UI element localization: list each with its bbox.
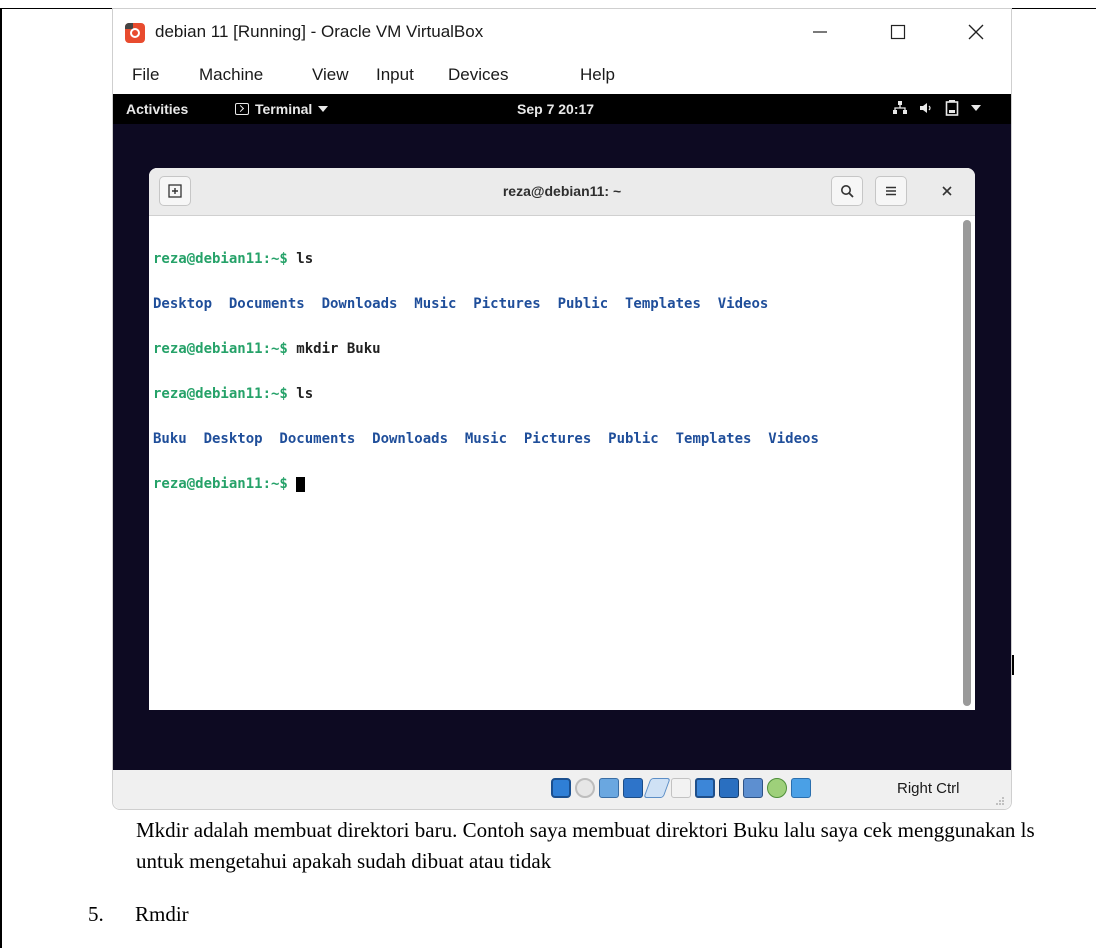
close-icon bbox=[968, 24, 984, 40]
terminal-lines: reza@debian11:~$ ls Desktop Documents Do… bbox=[153, 222, 819, 522]
table-border-left bbox=[0, 8, 2, 948]
terminal-line: reza@debian11:~$ mkdir Buku bbox=[153, 342, 819, 357]
hamburger-icon bbox=[886, 186, 896, 196]
recording-icon[interactable] bbox=[719, 778, 739, 798]
terminal-line: reza@debian11:~$ bbox=[153, 477, 819, 492]
menu-help[interactable]: Help bbox=[580, 65, 615, 85]
list-text: Rmdir bbox=[135, 902, 189, 926]
shell-command: ls bbox=[296, 251, 314, 267]
menu-machine[interactable]: Machine bbox=[199, 65, 263, 85]
window-title: debian 11 [Running] - Oracle VM VirtualB… bbox=[155, 22, 484, 41]
volume-icon bbox=[920, 103, 931, 113]
close-icon bbox=[942, 186, 952, 196]
system-tray[interactable] bbox=[893, 100, 981, 116]
terminal-icon bbox=[235, 103, 249, 115]
network-adapter-icon[interactable] bbox=[623, 778, 643, 798]
battery-icon bbox=[945, 100, 959, 116]
window-titlebar[interactable]: debian 11 [Running] - Oracle VM VirtualB… bbox=[113, 9, 1011, 53]
chevron-down-icon bbox=[318, 106, 329, 112]
hamburger-menu-button[interactable] bbox=[875, 176, 907, 206]
status-indicators bbox=[551, 778, 811, 798]
menu-view[interactable]: View bbox=[312, 65, 349, 85]
optical-drive-icon[interactable] bbox=[575, 778, 595, 798]
terminal-close-button[interactable] bbox=[931, 176, 963, 206]
keyboard-capture-icon[interactable] bbox=[791, 778, 811, 798]
terminal-header-bar[interactable]: reza@debian11: ~ bbox=[149, 168, 975, 216]
maximize-button[interactable] bbox=[875, 17, 921, 47]
terminal-line: reza@debian11:~$ ls bbox=[153, 387, 819, 402]
search-icon bbox=[841, 185, 854, 198]
shell-command: mkdir Buku bbox=[296, 341, 381, 357]
document-caption: Mkdir adalah membuat direktori baru. Con… bbox=[136, 818, 1035, 873]
menu-input[interactable]: Input bbox=[376, 65, 414, 85]
shell-prompt: reza@debian11:~$ bbox=[153, 476, 297, 492]
terminal-line: reza@debian11:~$ ls bbox=[153, 252, 819, 267]
shell-prompt: reza@debian11:~$ bbox=[153, 251, 297, 267]
table-border-right bbox=[1012, 655, 1014, 675]
host-key-label: Right Ctrl bbox=[897, 780, 960, 797]
network-icon bbox=[893, 101, 907, 114]
shell-prompt: reza@debian11:~$ bbox=[153, 386, 297, 402]
audio-icon[interactable] bbox=[599, 778, 619, 798]
minimize-icon bbox=[813, 31, 827, 33]
virtualbox-window: debian 11 [Running] - Oracle VM VirtualB… bbox=[112, 8, 1012, 810]
virtualbox-vm-icon bbox=[125, 23, 145, 43]
terminal-output-line: Desktop Documents Downloads Music Pictur… bbox=[153, 296, 769, 312]
shared-folders-icon[interactable] bbox=[671, 778, 691, 798]
list-number: 5. bbox=[88, 902, 104, 926]
usb-icon[interactable] bbox=[643, 778, 671, 798]
app-menu-label: Terminal bbox=[255, 101, 313, 117]
guest-display[interactable]: Activities Terminal Sep 7 20:17 reza@deb… bbox=[113, 94, 1011, 770]
shell-prompt: reza@debian11:~$ bbox=[153, 341, 297, 357]
terminal-window[interactable]: reza@debian11: ~ reza@debian11:~$ ls Des… bbox=[149, 168, 975, 710]
menu-file[interactable]: File bbox=[132, 65, 159, 85]
chevron-down-icon bbox=[971, 105, 981, 111]
clock[interactable]: Sep 7 20:17 bbox=[517, 101, 594, 117]
cpu-virtualization-icon[interactable] bbox=[743, 778, 763, 798]
menubar: File Machine View Input Devices Help bbox=[113, 61, 1011, 93]
close-window-button[interactable] bbox=[953, 17, 999, 47]
minimize-button[interactable] bbox=[797, 17, 843, 47]
vbox-status-bar: Right Ctrl bbox=[113, 770, 1011, 809]
text-cursor bbox=[296, 477, 306, 492]
activities-button[interactable]: Activities bbox=[126, 101, 188, 117]
resize-grip-icon[interactable] bbox=[995, 796, 1005, 806]
menu-devices[interactable]: Devices bbox=[448, 65, 508, 85]
mouse-integration-icon[interactable] bbox=[767, 778, 787, 798]
gnome-top-bar: Activities Terminal Sep 7 20:17 bbox=[113, 94, 1011, 124]
terminal-output-line: Buku Desktop Documents Downloads Music P… bbox=[153, 431, 819, 447]
app-menu-button[interactable]: Terminal bbox=[235, 101, 329, 117]
hard-disk-icon[interactable] bbox=[551, 778, 571, 798]
maximize-icon bbox=[890, 24, 906, 40]
terminal-scrollbar[interactable] bbox=[963, 220, 971, 706]
search-button[interactable] bbox=[831, 176, 863, 206]
terminal-output[interactable]: reza@debian11:~$ ls Desktop Documents Do… bbox=[149, 216, 961, 710]
document-list-item: 5. Rmdir bbox=[88, 902, 189, 927]
shell-command: ls bbox=[296, 386, 314, 402]
display-icon[interactable] bbox=[695, 778, 715, 798]
